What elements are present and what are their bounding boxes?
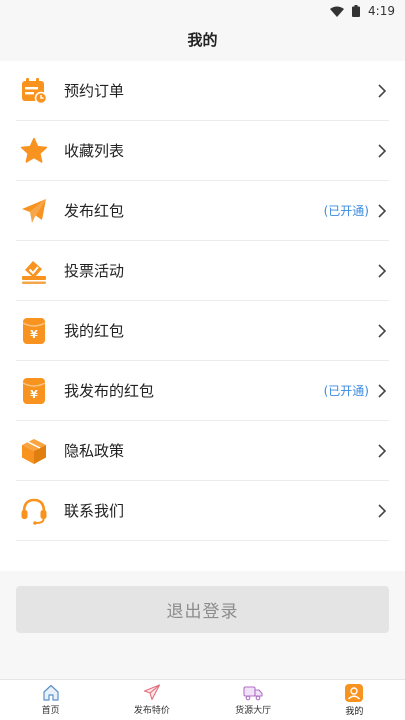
chevron-right-icon <box>378 143 387 158</box>
tab-publish-special-offer[interactable]: 发布特价 <box>101 680 202 720</box>
status-badge: (已开通) <box>323 204 369 218</box>
status-time: 4:19 <box>368 4 395 18</box>
bottom-tab-bar: 首页 发布特价 货源大厅 我的 <box>0 679 405 720</box>
menu-item-my-red-envelopes[interactable]: ¥ 我的红包 <box>16 301 389 361</box>
menu-item-favorites[interactable]: 收藏列表 <box>16 121 389 181</box>
headset-icon <box>20 497 48 525</box>
paper-plane-icon <box>20 197 48 225</box>
menu-list: 预约订单 收藏列表 发布红包 (已开通) 投票活动 ¥ 我的红包 ¥ 我发布的红… <box>0 61 405 571</box>
menu-item-label: 隐私政策 <box>64 442 125 460</box>
page-header: 我的 <box>0 22 405 56</box>
menu-item-appointment-orders[interactable]: 预约订单 <box>16 61 389 121</box>
status-bar: 4:19 <box>0 0 405 22</box>
menu-item-label: 预约订单 <box>64 82 125 100</box>
status-badge: (已开通) <box>323 384 369 398</box>
page-title: 我的 <box>187 30 218 49</box>
wifi-icon <box>330 6 345 17</box>
menu-item-publish-red-envelope[interactable]: 发布红包 (已开通) <box>16 181 389 241</box>
chevron-right-icon <box>378 323 387 338</box>
menu-item-label: 投票活动 <box>64 262 125 280</box>
tab-label: 我的 <box>345 706 364 717</box>
tab-label: 货源大厅 <box>235 705 272 716</box>
star-icon <box>20 137 48 165</box>
tab-mine[interactable]: 我的 <box>304 680 405 720</box>
chevron-right-icon <box>378 503 387 518</box>
logout-button[interactable]: 退出登录 <box>16 586 389 633</box>
menu-item-label: 我的红包 <box>64 322 125 340</box>
tab-label: 发布特价 <box>133 706 170 716</box>
red-envelope-icon: ¥ <box>20 377 48 405</box>
chevron-right-icon <box>378 263 387 278</box>
truck-icon <box>243 685 263 700</box>
menu-item-voting-activities[interactable]: 投票活动 <box>16 241 389 301</box>
tab-home[interactable]: 首页 <box>0 680 101 720</box>
menu-item-label: 收藏列表 <box>64 142 125 160</box>
menu-item-privacy-policy[interactable]: 隐私政策 <box>16 421 389 481</box>
menu-spacer <box>0 541 405 571</box>
tab-label: 首页 <box>41 706 60 716</box>
ballot-box-icon <box>20 257 48 285</box>
chevron-right-icon <box>378 383 387 398</box>
red-envelope-icon: ¥ <box>20 317 48 345</box>
svg-text:¥: ¥ <box>30 388 38 401</box>
home-icon <box>43 684 59 701</box>
cube-icon <box>20 437 48 465</box>
calendar-clock-icon <box>20 77 48 105</box>
menu-item-label: 发布红包 <box>64 202 125 220</box>
battery-icon <box>352 5 361 17</box>
chevron-right-icon <box>378 203 387 218</box>
svg-text:¥: ¥ <box>30 328 38 341</box>
tab-supply-hall[interactable]: 货源大厅 <box>203 680 304 720</box>
chevron-right-icon <box>378 443 387 458</box>
menu-item-contact-us[interactable]: 联系我们 <box>16 481 389 541</box>
user-icon <box>345 683 364 702</box>
send-icon <box>143 684 160 701</box>
logout-label: 退出登录 <box>166 602 239 622</box>
menu-item-my-published-red-envelopes[interactable]: ¥ 我发布的红包 (已开通) <box>16 361 389 421</box>
chevron-right-icon <box>378 83 387 98</box>
menu-item-label: 联系我们 <box>64 502 125 520</box>
menu-item-label: 我发布的红包 <box>64 382 155 400</box>
